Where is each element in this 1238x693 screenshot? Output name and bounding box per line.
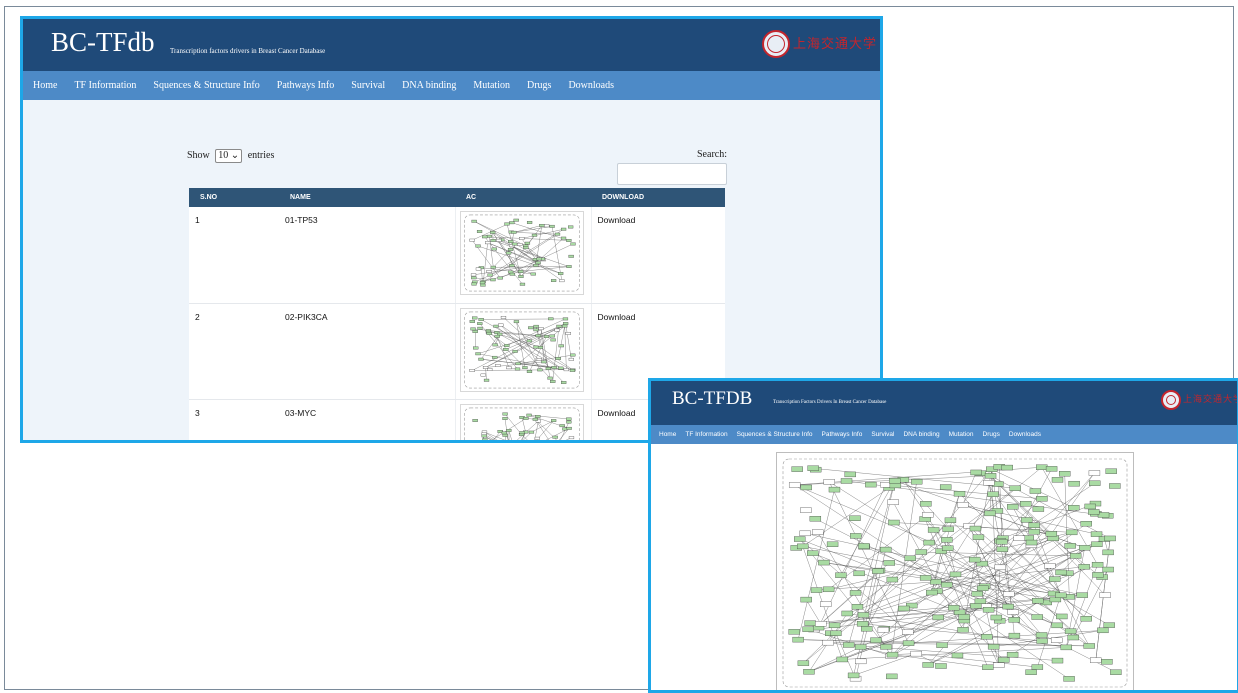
popup-nav-drugs[interactable]: Drugs bbox=[983, 431, 1000, 438]
popup-site-subtitle: Transcription Factors Drivers In Breast … bbox=[773, 400, 887, 405]
tf-table: S.NO NAME AC DOWNLOAD 1 01-TP53 Download… bbox=[189, 188, 725, 444]
col-name[interactable]: NAME bbox=[279, 188, 455, 207]
col-sno[interactable]: S.NO bbox=[189, 188, 279, 207]
pathway-thumbnail[interactable] bbox=[459, 307, 584, 392]
site-header: BC-TFdb Transcription factors drivers in… bbox=[23, 19, 880, 71]
popup-site-title[interactable]: BC-TFDB bbox=[672, 388, 752, 410]
cell-name: 01-TP53 bbox=[279, 207, 455, 304]
cell-sno: 1 bbox=[189, 207, 279, 304]
university-seal-icon bbox=[1161, 390, 1181, 410]
main-nav: Home TF Information Squences & Structure… bbox=[23, 71, 880, 100]
popup-nav-home[interactable]: Home bbox=[659, 431, 676, 438]
nav-survival[interactable]: Survival bbox=[351, 80, 385, 91]
cell-name: 03-MYC bbox=[279, 399, 455, 440]
cell-ac bbox=[454, 303, 592, 400]
cell-name: 02-PIK3CA bbox=[279, 303, 455, 400]
cell-sno: 2 bbox=[189, 303, 279, 400]
nav-downloads[interactable]: Downloads bbox=[568, 80, 614, 91]
entries-select[interactable]: 10 ⌄ bbox=[215, 149, 243, 163]
nav-tf-information[interactable]: TF Information bbox=[74, 80, 136, 91]
popup-university-logo-text: 上海交通大学 bbox=[1183, 395, 1238, 405]
popup-main-nav: Home TF Information Squences & Structure… bbox=[651, 425, 1237, 444]
nav-home[interactable]: Home bbox=[33, 80, 57, 91]
popup-nav-sequences-structure[interactable]: Squences & Structure Info bbox=[737, 431, 813, 438]
cell-ac bbox=[454, 207, 592, 304]
popup-site-header: BC-TFDB Transcription Factors Drivers In… bbox=[651, 381, 1237, 425]
nav-dna-binding[interactable]: DNA binding bbox=[402, 80, 456, 91]
cell-sno: 3 bbox=[189, 399, 279, 440]
col-ac[interactable]: AC bbox=[455, 188, 591, 207]
nav-pathways-info[interactable]: Pathways Info bbox=[277, 80, 335, 91]
table-row: 3 03-MYC Download bbox=[189, 399, 725, 444]
table-row: 1 01-TP53 Download bbox=[189, 207, 725, 304]
entries-value: 10 bbox=[218, 150, 229, 161]
show-label: Show bbox=[187, 150, 210, 161]
nav-drugs[interactable]: Drugs bbox=[527, 80, 551, 91]
popup-nav-pathways-info[interactable]: Pathways Info bbox=[822, 431, 863, 438]
popup-nav-mutation[interactable]: Mutation bbox=[949, 431, 974, 438]
search-label: Search: bbox=[697, 149, 727, 160]
popup-nav-dna-binding[interactable]: DNA binding bbox=[903, 431, 939, 438]
col-download[interactable]: DOWNLOAD bbox=[591, 188, 725, 207]
show-entries: Show 10 ⌄ entries bbox=[187, 149, 274, 163]
site-title[interactable]: BC-TFdb bbox=[51, 27, 155, 58]
entries-label: entries bbox=[247, 150, 275, 161]
university-seal-icon bbox=[762, 30, 790, 58]
chevron-down-icon: ⌄ bbox=[230, 150, 240, 161]
table-row: 2 02-PIK3CA Download bbox=[189, 303, 725, 400]
table-header-row: S.NO NAME AC DOWNLOAD bbox=[189, 188, 725, 207]
nav-mutation[interactable]: Mutation bbox=[473, 80, 510, 91]
pathway-detail-window: BC-TFDB Transcription Factors Drivers In… bbox=[648, 378, 1238, 693]
pathway-diagram[interactable] bbox=[776, 452, 1134, 690]
cell-download-link[interactable]: Download bbox=[591, 207, 725, 304]
pathway-map-image bbox=[782, 458, 1128, 688]
nav-sequences-structure[interactable]: Squences & Structure Info bbox=[153, 80, 259, 91]
cell-ac bbox=[454, 399, 592, 444]
popup-nav-tf-information[interactable]: TF Information bbox=[685, 431, 727, 438]
popup-nav-survival[interactable]: Survival bbox=[871, 431, 894, 438]
popup-nav-downloads[interactable]: Downloads bbox=[1009, 431, 1041, 438]
university-logo-text: 上海交通大学 bbox=[793, 37, 878, 52]
pathway-thumbnail[interactable] bbox=[459, 403, 584, 444]
pathway-thumbnail[interactable] bbox=[459, 211, 584, 295]
search-input[interactable] bbox=[617, 163, 727, 185]
site-subtitle: Transcription factors drivers in Breast … bbox=[170, 47, 326, 55]
